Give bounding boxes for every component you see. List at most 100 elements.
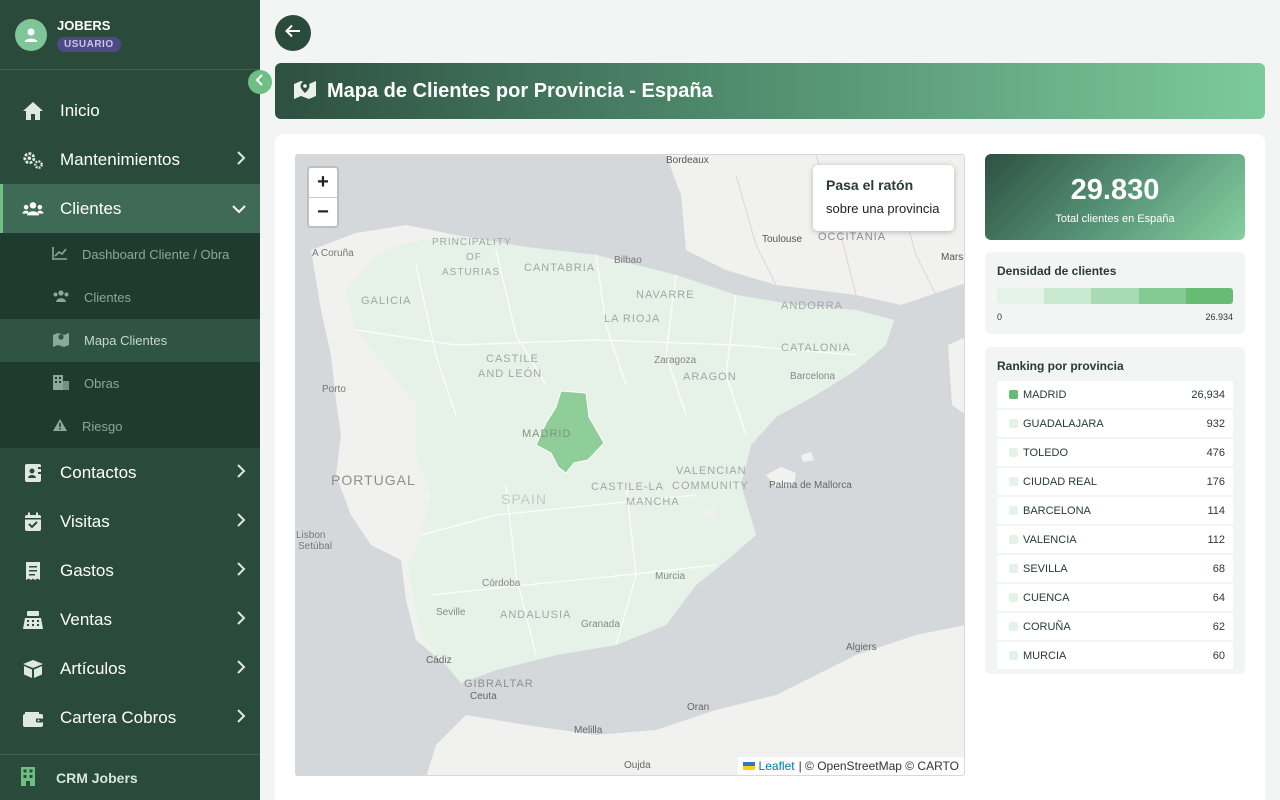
sidebar-item-mantenimientos[interactable]: Mantenimientos (0, 135, 260, 184)
ranking-swatch (1009, 390, 1018, 399)
arrow-left-icon (285, 24, 301, 43)
ranking-row[interactable]: MURCIA 60 (997, 642, 1233, 669)
map-label-principality: PRINCIPALITY (432, 237, 512, 248)
ranking-swatch (1009, 448, 1018, 457)
ranking-province: CUENCA (1023, 591, 1070, 604)
sidebar-item-cartera-cobros[interactable]: Cartera Cobros (0, 693, 260, 742)
ranking-province: BARCELONA (1023, 504, 1091, 517)
sidebar-subitem-label: Riesgo (82, 419, 123, 434)
ranking-province: VALENCIA (1023, 533, 1077, 546)
sidebar-subitem-mapa-clientes[interactable]: Mapa Clientes (0, 319, 260, 362)
ranking-row[interactable]: VALENCIA 112 (997, 526, 1233, 553)
province-ranking: Ranking por provincia MADRID 26,934 GUADA… (985, 347, 1245, 674)
map-label-cadiz: Cádiz (426, 655, 452, 666)
density-scale-bar (997, 288, 1233, 304)
ranking-value: 64 (1212, 591, 1225, 604)
receipt-icon (22, 560, 44, 582)
map-label-lisbon: Lisbon (296, 530, 326, 541)
map-label-oujda: Oujda (624, 760, 651, 771)
info-box-title: Pasa el ratón (826, 177, 914, 193)
chevron-right-icon (236, 708, 246, 728)
leaflet-link[interactable]: Leaflet (759, 759, 795, 773)
sidebar: JOBERS USUARIO Inicio Mantenimientos Cli… (0, 0, 260, 800)
ranking-value: 62 (1212, 620, 1225, 633)
sidebar-subitem-clientes[interactable]: Clientes (0, 276, 260, 319)
ranking-row[interactable]: BARCELONA 114 (997, 497, 1233, 524)
building-icon (52, 374, 70, 393)
map-zoom-control: + − (307, 166, 339, 228)
cash-register-icon (22, 609, 44, 631)
map-tiles (296, 155, 964, 775)
map-marker-icon (52, 331, 70, 350)
ranking-value: 60 (1212, 649, 1225, 662)
map-label-andalusia: ANDALUSIA (500, 609, 572, 621)
ranking-title: Ranking por provincia (997, 359, 1124, 373)
chart-line-icon (52, 246, 68, 263)
map-label-larioja: LA RIOJA (604, 313, 661, 325)
map-label-bilbao: Bilbao (614, 255, 642, 266)
map-label-madrid: MADRID (522, 428, 572, 440)
map-label-murcia: Murcia (655, 571, 686, 582)
zoom-out-button[interactable]: − (309, 197, 337, 226)
box-icon (22, 658, 44, 680)
ranking-row[interactable]: GUADALAJARA 932 (997, 410, 1233, 437)
ranking-value: 112 (1207, 533, 1225, 546)
ranking-swatch (1009, 419, 1018, 428)
sidebar-item-ventas[interactable]: Ventas (0, 595, 260, 644)
sidebar-item-gastos[interactable]: Gastos (0, 546, 260, 595)
ranking-row[interactable]: CORUÑA 62 (997, 613, 1233, 640)
ranking-row[interactable]: SEVILLA 68 (997, 555, 1233, 582)
info-box-subtitle: sobre una provincia (826, 201, 940, 216)
sidebar-subitem-dashboard[interactable]: Dashboard Cliente / Obra (0, 233, 260, 276)
ranking-row[interactable]: TOLEDO 476 (997, 439, 1233, 466)
map-label-melilla: Melilla (574, 725, 603, 736)
user-avatar-icon (15, 18, 47, 51)
back-button[interactable] (275, 15, 311, 51)
zoom-in-button[interactable]: + (309, 168, 337, 197)
sidebar-collapse-button[interactable] (248, 70, 272, 94)
map-label-andorra: ANDORRA (781, 300, 844, 312)
map-attribution: Leaflet | © OpenStreetMap © CARTO (737, 757, 964, 775)
clients-map[interactable]: Bordeaux Toulouse OCCITANIA Mars PRINCIP… (295, 154, 965, 776)
map-label-marseille: Mars (941, 252, 964, 263)
home-icon (22, 100, 44, 122)
wallet-icon (22, 707, 44, 729)
user-name: JOBERS (57, 17, 111, 33)
sidebar-item-label: Artículos (60, 658, 127, 678)
sidebar-item-visitas[interactable]: Visitas (0, 497, 260, 546)
sidebar-item-articulos[interactable]: Artículos (0, 644, 260, 693)
ranking-row[interactable]: CIUDAD REAL 176 (997, 468, 1233, 495)
calendar-check-icon (22, 511, 44, 533)
flag-icon (742, 762, 755, 770)
map-label-castilla-lm-1: CASTILE-LA (591, 481, 664, 493)
density-step (997, 288, 1045, 304)
chevron-right-icon (236, 512, 246, 532)
ranking-province: SEVILLA (1023, 562, 1068, 575)
sidebar-item-label: Inicio (60, 100, 100, 120)
sidebar-subitem-riesgo[interactable]: Riesgo (0, 405, 260, 448)
sidebar-item-inicio[interactable]: Inicio (0, 86, 260, 135)
sidebar-item-clientes[interactable]: Clientes (0, 184, 260, 233)
map-label-cantabria: CANTABRIA (524, 262, 596, 274)
sidebar-item-contactos[interactable]: Contactos (0, 448, 260, 497)
density-title: Densidad de clientes (997, 264, 1117, 278)
map-label-barcelona: Barcelona (790, 371, 836, 382)
total-clients-value: 29.830 (1070, 174, 1160, 206)
ranking-province: CIUDAD REAL (1023, 475, 1097, 488)
density-min: 0 (997, 312, 1003, 322)
ranking-row[interactable]: MADRID 26,934 (997, 381, 1233, 408)
density-step (1044, 288, 1092, 304)
ranking-value: 476 (1206, 446, 1225, 459)
chevron-left-icon (255, 73, 265, 91)
page-header: Mapa de Clientes por Provincia - España (275, 63, 1265, 119)
sidebar-footer[interactable]: CRM Jobers (0, 754, 260, 800)
sidebar-item-label: Clientes (60, 198, 122, 218)
map-label-cordoba: Córdoba (482, 578, 521, 589)
ranking-row[interactable]: CUENCA 64 (997, 584, 1233, 611)
map-marker-icon (293, 79, 317, 104)
map-label-bordeaux: Bordeaux (666, 155, 709, 166)
map-label-algiers: Algiers (846, 642, 877, 653)
chevron-right-icon (236, 463, 246, 483)
density-max: 26.934 (1205, 312, 1233, 322)
sidebar-subitem-obras[interactable]: Obras (0, 362, 260, 405)
